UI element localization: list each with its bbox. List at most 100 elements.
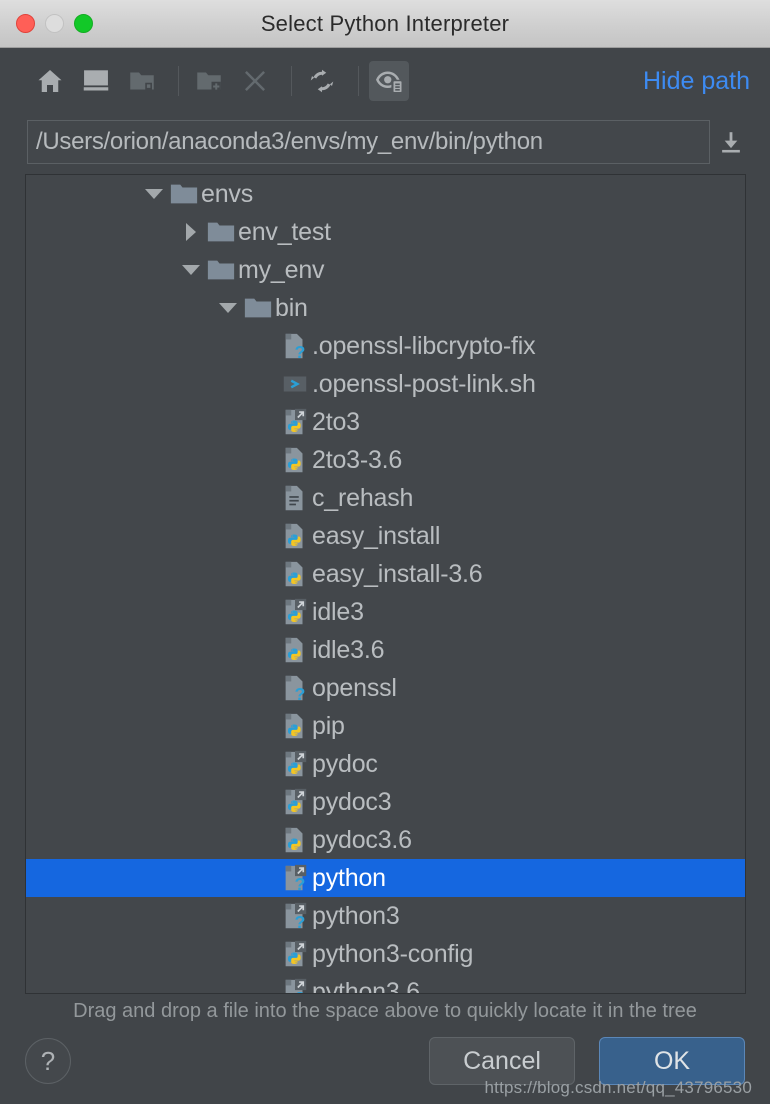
hidden-files-icon bbox=[376, 71, 402, 92]
tree-row-label: envs bbox=[201, 179, 254, 208]
minimize-button[interactable] bbox=[45, 14, 64, 33]
home-icon bbox=[38, 70, 62, 92]
chevron-down-icon[interactable] bbox=[178, 265, 204, 275]
chevron-down-icon[interactable] bbox=[141, 189, 167, 199]
chevron-right-icon[interactable] bbox=[178, 223, 204, 241]
python-icon-wrap bbox=[278, 445, 312, 475]
download-icon-button[interactable] bbox=[710, 128, 752, 156]
delete-icon-button bbox=[235, 61, 275, 101]
tree-row[interactable]: my_env bbox=[26, 251, 745, 289]
tree-row[interactable]: pydoc3 bbox=[26, 783, 745, 821]
folder-icon bbox=[207, 222, 235, 242]
home-icon-button[interactable] bbox=[30, 61, 70, 101]
tree-row[interactable]: ? python bbox=[26, 859, 745, 897]
close-x-icon bbox=[245, 71, 265, 91]
hide-path-link[interactable]: Hide path bbox=[643, 67, 752, 96]
tree-row-label: python bbox=[312, 863, 386, 892]
hidden-files-icon-button[interactable] bbox=[369, 61, 409, 101]
desktop-icon bbox=[83, 70, 109, 91]
tree-row[interactable]: pip bbox=[26, 707, 745, 745]
tree-row[interactable]: 2to3-3.6 bbox=[26, 441, 745, 479]
python-file-symlink-icon bbox=[285, 788, 307, 815]
tree-row-label: python3-config bbox=[312, 939, 474, 968]
tree-row[interactable]: ? .openssl-libcrypto-fix bbox=[26, 327, 745, 365]
python-file-symlink-icon bbox=[285, 750, 307, 777]
tree-row[interactable]: easy_install bbox=[26, 517, 745, 555]
tree-row[interactable]: easy_install-3.6 bbox=[26, 555, 745, 593]
maximize-button[interactable] bbox=[74, 14, 93, 33]
tree-row-label: pydoc3 bbox=[312, 787, 392, 816]
python-icon-wrap bbox=[278, 521, 312, 551]
toolbar-divider-3 bbox=[358, 66, 359, 96]
tree-row[interactable]: idle3.6 bbox=[26, 631, 745, 669]
tree-row[interactable]: env_test bbox=[26, 213, 745, 251]
python-file-symlink-icon bbox=[285, 598, 307, 625]
svg-text:?: ? bbox=[295, 912, 306, 931]
tree-row-label: idle3 bbox=[312, 597, 364, 626]
folder-icon bbox=[130, 72, 154, 90]
tree-row-label: pydoc bbox=[312, 749, 378, 778]
chevron-down-icon[interactable] bbox=[215, 303, 241, 313]
python-file-icon bbox=[285, 637, 303, 663]
tree-row-label: .openssl-libcrypto-fix bbox=[312, 331, 536, 360]
path-row: /Users/orion/anaconda3/envs/my_env/bin/p… bbox=[0, 114, 770, 170]
tree-row[interactable]: bin bbox=[26, 289, 745, 327]
tree-row[interactable]: pydoc3.6 bbox=[26, 821, 745, 859]
toolbar-divider-2 bbox=[291, 66, 292, 96]
python-link-icon-wrap bbox=[278, 939, 312, 969]
tree-row[interactable]: 2to3 bbox=[26, 403, 745, 441]
unknown-file-symlink-icon: ? bbox=[285, 902, 307, 931]
toolbar-divider bbox=[178, 66, 179, 96]
tree-row-label: python3.6 bbox=[312, 977, 421, 994]
shell-icon-wrap bbox=[278, 369, 312, 399]
tree-row[interactable]: ? python3.6 bbox=[26, 973, 745, 994]
tree-row-label: bin bbox=[275, 293, 308, 322]
tree-row-label: python3 bbox=[312, 901, 400, 930]
tree-row[interactable]: .openssl-post-link.sh bbox=[26, 365, 745, 403]
refresh-icon-button[interactable] bbox=[302, 61, 342, 101]
tree-row[interactable]: idle3 bbox=[26, 593, 745, 631]
python-file-icon bbox=[285, 561, 303, 587]
help-button[interactable]: ? bbox=[25, 1038, 71, 1084]
python-file-icon bbox=[285, 827, 303, 853]
python-icon-wrap bbox=[278, 711, 312, 741]
path-input-value: /Users/orion/anaconda3/envs/my_env/bin/p… bbox=[36, 128, 543, 155]
tree-row-label: env_test bbox=[238, 217, 331, 246]
tree-row-label: openssl bbox=[312, 673, 397, 702]
tree-row[interactable]: pydoc bbox=[26, 745, 745, 783]
file-tree: envs env_test my_env bin? .openssl-libcrypto… bbox=[26, 175, 745, 994]
svg-text:?: ? bbox=[295, 874, 306, 893]
unknown-icon-wrap: ? bbox=[278, 673, 312, 703]
folder-icon-wrap bbox=[204, 217, 238, 247]
folder-icon bbox=[244, 298, 272, 318]
folder-icon bbox=[207, 260, 235, 280]
tree-row-label: pip bbox=[312, 711, 345, 740]
toolbar: Hide path bbox=[0, 48, 770, 114]
tree-row-label: my_env bbox=[238, 255, 325, 284]
path-input[interactable]: /Users/orion/anaconda3/envs/my_env/bin/p… bbox=[27, 120, 710, 164]
file-tree-panel[interactable]: envs env_test my_env bin? .openssl-libcrypto… bbox=[25, 174, 746, 994]
tree-row-label: idle3.6 bbox=[312, 635, 385, 664]
python-file-symlink-icon bbox=[285, 940, 307, 967]
tree-row[interactable]: python3-config bbox=[26, 935, 745, 973]
python-icon-wrap bbox=[278, 559, 312, 589]
tree-row[interactable]: ? python3 bbox=[26, 897, 745, 935]
desktop-icon-button[interactable] bbox=[76, 61, 116, 101]
python-link-icon-wrap bbox=[278, 407, 312, 437]
tree-row[interactable]: c_rehash bbox=[26, 479, 745, 517]
unknown-file-symlink-icon: ? bbox=[285, 978, 307, 993]
unknown-icon-wrap: ? bbox=[278, 331, 312, 361]
python-file-icon bbox=[285, 447, 303, 473]
text-file-icon bbox=[285, 485, 303, 511]
svg-text:?: ? bbox=[295, 684, 306, 703]
tree-row-label: 2to3-3.6 bbox=[312, 445, 403, 474]
new-folder-icon bbox=[197, 72, 221, 91]
title-bar: Select Python Interpreter bbox=[0, 0, 770, 48]
tree-row[interactable]: envs bbox=[26, 175, 745, 213]
unknown-file-symlink-icon: ? bbox=[285, 864, 307, 893]
close-button[interactable] bbox=[16, 14, 35, 33]
python-icon-wrap bbox=[278, 635, 312, 665]
tree-row-label: pydoc3.6 bbox=[312, 825, 412, 854]
tree-row[interactable]: ? openssl bbox=[26, 669, 745, 707]
unknown-file-icon: ? bbox=[285, 333, 305, 361]
